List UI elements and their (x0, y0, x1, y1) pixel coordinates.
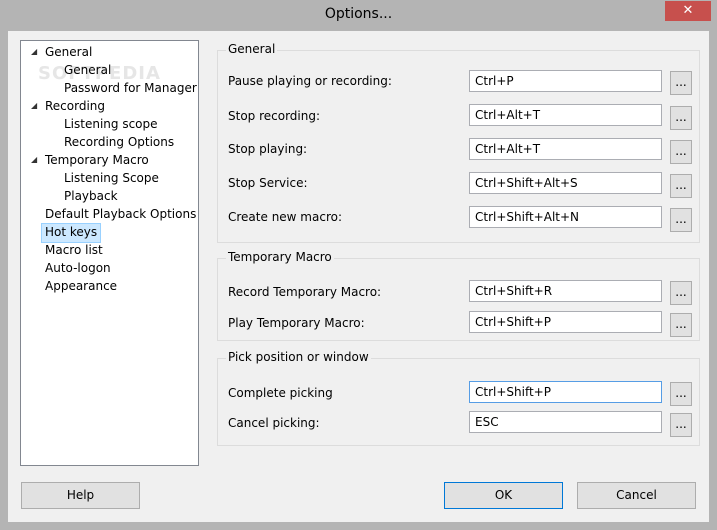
tree-item-label: Hot keys (45, 225, 98, 239)
tree-item-auto-logon[interactable]: Auto-logon (45, 259, 111, 277)
options-tree[interactable]: SOFTPEDIA ◢ General General Password for… (20, 40, 199, 466)
tree-item-general-general[interactable]: General (64, 61, 111, 79)
tree-item-recording[interactable]: ◢ Recording (31, 97, 106, 115)
browse-button-play-temp[interactable]: ... (670, 313, 692, 337)
group-pick-position: Pick position or window Complete picking… (217, 350, 700, 446)
tree-item-label: Recording (45, 99, 106, 113)
close-button[interactable]: ✕ (665, 1, 711, 21)
browse-button-stop-recording[interactable]: ... (670, 106, 692, 130)
tree-item-label: Default Playback Options (45, 207, 197, 221)
tree-item-label: Listening Scope (64, 171, 159, 185)
tree-item-macro-list[interactable]: Macro list (45, 241, 103, 259)
tree-item-label: Auto-logon (45, 261, 111, 275)
title-bar[interactable]: Options... ✕ (0, 0, 717, 30)
hotkey-field-cancel-picking[interactable]: ESC (469, 411, 662, 433)
tree-item-label: Macro list (45, 243, 103, 257)
help-button[interactable]: Help (21, 482, 140, 509)
hotkey-field-pause[interactable]: Ctrl+P (469, 70, 662, 92)
tree-item-default-playback-options[interactable]: Default Playback Options (45, 205, 196, 223)
browse-button-stop-service[interactable]: ... (670, 174, 692, 198)
hotkey-label: Stop playing: (228, 142, 308, 156)
hotkey-label: Cancel picking: (228, 416, 320, 430)
browse-button-record-temp[interactable]: ... (670, 281, 692, 305)
group-title: Temporary Macro (226, 250, 334, 264)
tree-item-temp-listening-scope[interactable]: Listening Scope (64, 169, 159, 187)
tree-item-password-for-manager[interactable]: Password for Manager (64, 79, 197, 97)
tree-item-label: General (64, 63, 112, 77)
browse-button-create-macro[interactable]: ... (670, 208, 692, 232)
browse-button-cancel-picking[interactable]: ... (670, 413, 692, 437)
hotkey-label: Play Temporary Macro: (228, 316, 365, 330)
dialog-body: SOFTPEDIA ◢ General General Password for… (8, 31, 709, 522)
tree-item-appearance[interactable]: Appearance (45, 277, 117, 295)
hotkey-field-stop-playing[interactable]: Ctrl+Alt+T (469, 138, 662, 160)
browse-button-complete-picking[interactable]: ... (670, 382, 692, 406)
tree-item-general[interactable]: ◢ General (31, 43, 93, 61)
hotkey-field-record-temp[interactable]: Ctrl+Shift+R (469, 280, 662, 302)
expanded-arrow-icon[interactable]: ◢ (31, 97, 37, 115)
hotkey-label: Pause playing or recording: (228, 74, 392, 88)
tree-item-label: General (45, 45, 93, 59)
tree-item-label: Appearance (45, 279, 118, 293)
tree-item-label: Temporary Macro (45, 153, 149, 167)
tree-item-listening-scope[interactable]: Listening scope (64, 115, 158, 133)
tree-item-playback[interactable]: Playback (64, 187, 118, 205)
close-icon: ✕ (682, 3, 694, 18)
hotkey-label: Stop Service: (228, 176, 308, 190)
cancel-button[interactable]: Cancel (577, 482, 696, 509)
browse-button-stop-playing[interactable]: ... (670, 140, 692, 164)
hotkey-field-play-temp[interactable]: Ctrl+Shift+P (469, 311, 662, 333)
options-window: Options... ✕ SOFTPEDIA ◢ General General… (0, 0, 717, 530)
tree-item-label: Listening scope (64, 117, 158, 131)
group-general: General Pause playing or recording: Ctrl… (217, 42, 700, 243)
hotkey-label: Record Temporary Macro: (228, 285, 382, 299)
hotkey-field-create-macro[interactable]: Ctrl+Shift+Alt+N (469, 206, 662, 228)
tree-item-label: Recording Options (64, 135, 175, 149)
tree-item-hot-keys[interactable]: Hot keys (41, 223, 102, 243)
tree-item-label: Password for Manager (64, 81, 197, 95)
group-title: General (226, 42, 278, 56)
browse-button-pause[interactable]: ... (670, 71, 692, 95)
hotkey-field-stop-recording[interactable]: Ctrl+Alt+T (469, 104, 662, 126)
hotkey-field-complete-picking[interactable]: Ctrl+Shift+P (469, 381, 662, 403)
ok-button[interactable]: OK (444, 482, 563, 509)
hotkey-label: Stop recording: (228, 109, 321, 123)
hotkey-field-stop-service[interactable]: Ctrl+Shift+Alt+S (469, 172, 662, 194)
expanded-arrow-icon[interactable]: ◢ (31, 151, 37, 169)
hotkey-label: Complete picking (228, 386, 333, 400)
tree-item-temporary-macro[interactable]: ◢ Temporary Macro (31, 151, 149, 169)
group-temporary-macro: Temporary Macro Record Temporary Macro: … (217, 250, 700, 341)
tree-item-recording-options[interactable]: Recording Options (64, 133, 174, 151)
tree-item-label: Playback (64, 189, 118, 203)
expanded-arrow-icon[interactable]: ◢ (31, 43, 37, 61)
window-title: Options... (324, 6, 393, 22)
group-title: Pick position or window (226, 350, 371, 364)
hotkey-label: Create new macro: (228, 210, 342, 224)
